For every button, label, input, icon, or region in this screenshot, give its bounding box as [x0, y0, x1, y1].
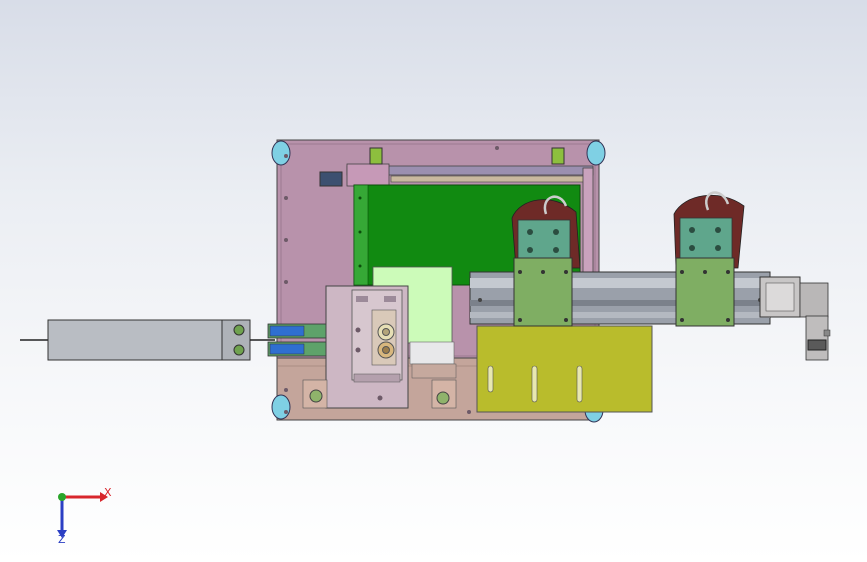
sub-panel — [409, 341, 455, 365]
z-axis-label: Z — [58, 533, 66, 546]
view-triad — [57, 492, 108, 538]
carriage-right[interactable] — [673, 191, 745, 327]
machine-drawing — [20, 139, 831, 538]
carriage-left[interactable] — [511, 195, 581, 327]
cad-viewport[interactable]: X Z — [0, 0, 867, 562]
yellow-plate[interactable] — [476, 325, 653, 413]
right-post — [582, 167, 594, 279]
x-axis-label: X — [104, 486, 112, 499]
y-axis-dot — [58, 493, 66, 501]
pneumatic-cylinder[interactable] — [20, 319, 275, 361]
clamp-assembly[interactable] — [325, 285, 409, 409]
